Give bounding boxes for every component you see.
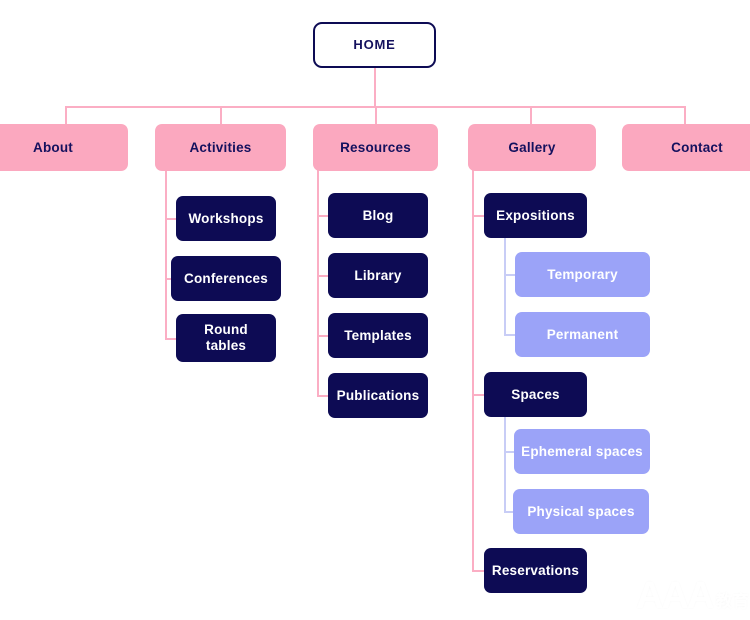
connector-drop-about bbox=[65, 106, 67, 124]
node-round-tables[interactable]: Round tables bbox=[176, 314, 276, 362]
node-blog[interactable]: Blog bbox=[328, 193, 428, 238]
node-reservations-label: Reservations bbox=[491, 562, 580, 578]
node-expositions[interactable]: Expositions bbox=[484, 193, 587, 238]
node-publications-label: Publications bbox=[336, 387, 420, 403]
connector-drop-contact bbox=[684, 106, 686, 124]
node-temporary[interactable]: Temporary bbox=[515, 252, 650, 297]
node-templates-label: Templates bbox=[344, 327, 412, 343]
node-home[interactable]: HOME bbox=[313, 22, 436, 68]
node-gallery[interactable]: Gallery bbox=[468, 124, 596, 171]
node-reservations[interactable]: Reservations bbox=[484, 548, 587, 593]
connector-spine-expositions bbox=[504, 238, 506, 335]
node-about[interactable]: About bbox=[0, 124, 128, 171]
node-blog-label: Blog bbox=[362, 207, 394, 223]
connector-spine-resources bbox=[317, 170, 319, 396]
connector-home-stem bbox=[374, 68, 376, 107]
connector-drop-activities bbox=[220, 106, 222, 124]
node-activities-label: Activities bbox=[189, 139, 252, 155]
connector-stub-temporary bbox=[504, 274, 515, 276]
connector-stub-ephemeral-spaces bbox=[504, 451, 514, 453]
node-temporary-label: Temporary bbox=[547, 266, 618, 282]
node-library-label: Library bbox=[354, 267, 402, 283]
node-workshops[interactable]: Workshops bbox=[176, 196, 276, 241]
node-physical-spaces[interactable]: Physical spaces bbox=[513, 489, 649, 534]
node-expositions-label: Expositions bbox=[496, 207, 575, 223]
node-resources[interactable]: Resources bbox=[313, 124, 438, 171]
node-workshops-label: Workshops bbox=[188, 210, 264, 226]
connector-stub-expositions bbox=[472, 215, 484, 217]
watermark: AAA 教育 bbox=[636, 577, 749, 615]
connector-stub-spaces bbox=[472, 394, 484, 396]
node-home-label: HOME bbox=[353, 36, 396, 52]
node-about-label: About bbox=[33, 139, 73, 155]
node-publications[interactable]: Publications bbox=[328, 373, 428, 418]
node-gallery-label: Gallery bbox=[508, 139, 556, 155]
node-permanent[interactable]: Permanent bbox=[515, 312, 650, 357]
node-spaces[interactable]: Spaces bbox=[484, 372, 587, 417]
node-round-tables-label: Round tables bbox=[204, 322, 248, 353]
sitemap-diagram: HOME About Activities Resources Gallery … bbox=[0, 0, 750, 620]
connector-stub-reservations bbox=[472, 570, 484, 572]
node-permanent-label: Permanent bbox=[546, 326, 619, 342]
node-contact-label: Contact bbox=[671, 139, 723, 155]
node-physical-spaces-label: Physical spaces bbox=[527, 503, 635, 519]
node-activities[interactable]: Activities bbox=[155, 124, 286, 171]
watermark-chinese-text: 教育 bbox=[715, 592, 750, 612]
connector-spine-spaces bbox=[504, 417, 506, 512]
node-contact[interactable]: Contact bbox=[622, 124, 750, 171]
connector-drop-gallery bbox=[530, 106, 532, 124]
connector-stub-permanent bbox=[504, 334, 515, 336]
node-library[interactable]: Library bbox=[328, 253, 428, 298]
connector-drop-resources bbox=[375, 106, 377, 124]
node-conferences[interactable]: Conferences bbox=[171, 256, 281, 301]
node-conferences-label: Conferences bbox=[184, 270, 268, 286]
node-spaces-label: Spaces bbox=[511, 386, 560, 402]
node-templates[interactable]: Templates bbox=[328, 313, 428, 358]
node-resources-label: Resources bbox=[340, 139, 411, 155]
node-ephemeral-spaces-label: Ephemeral spaces bbox=[521, 443, 643, 459]
watermark-latin-text: AAA bbox=[636, 575, 714, 617]
connector-spine-activities bbox=[165, 170, 167, 339]
node-ephemeral-spaces[interactable]: Ephemeral spaces bbox=[514, 429, 650, 474]
connector-spine-gallery bbox=[472, 170, 474, 571]
